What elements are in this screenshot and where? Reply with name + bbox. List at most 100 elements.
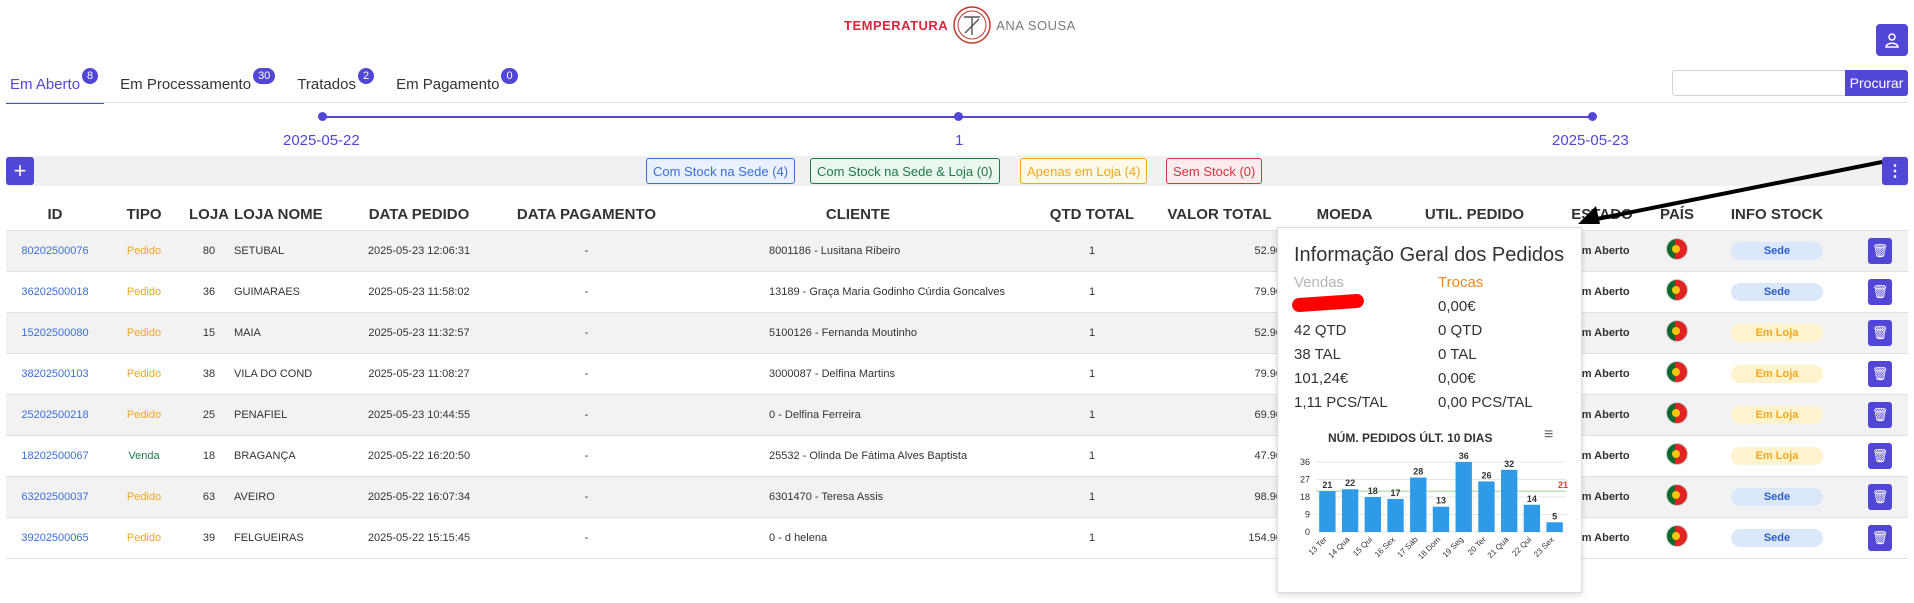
order-date: 2025-05-23 11:58:02	[344, 271, 494, 313]
chart-reference-label: 21	[1558, 480, 1568, 490]
order-id-link[interactable]: 15202500080	[6, 312, 104, 354]
tab-em-pagamento[interactable]: Em Pagamento 0	[392, 68, 524, 104]
delete-button[interactable]: 🗑	[1868, 360, 1892, 387]
delete-button[interactable]: 🗑	[1868, 442, 1892, 469]
user-profile-button[interactable]	[1876, 24, 1908, 56]
col-header-data-pedido[interactable]: DATA PEDIDO	[344, 200, 494, 231]
tab-tratados[interactable]: Tratados 2	[293, 68, 380, 104]
trocas-pcs-tal: 0,00 PCS/TAL	[1438, 394, 1533, 411]
filter-sem-stock[interactable]: Sem Stock (0)	[1166, 158, 1263, 184]
chart-data-label: 26	[1481, 470, 1491, 480]
col-header-tipo[interactable]: TIPO	[104, 200, 184, 231]
chart-x-tick: 19 Seg	[1441, 535, 1465, 559]
payment-date: -	[494, 271, 679, 313]
order-id-link[interactable]: 18202500067	[6, 435, 104, 477]
order-id-link[interactable]: 25202500218	[6, 394, 104, 436]
filter-stock-sede-loja[interactable]: Com Stock na Sede & Loja (0)	[810, 158, 1000, 184]
col-header-util-pedido[interactable]: UTIL. PEDIDO	[1397, 200, 1552, 231]
vertical-dots-icon: ⋮	[1887, 163, 1903, 180]
store-name: AVEIRO	[234, 476, 344, 518]
chart-bar[interactable]	[1341, 489, 1359, 532]
delete-button[interactable]: 🗑	[1868, 483, 1892, 510]
filter-stock-sede[interactable]: Com Stock na Sede (4)	[646, 158, 796, 184]
timeline-end-handle[interactable]	[1588, 112, 1597, 121]
delete-button[interactable]: 🗑	[1868, 237, 1892, 264]
table-row[interactable]: 18202500067 Venda 18 BRAGANÇA 2025-05-22 16:…	[6, 435, 1908, 477]
chart-bar[interactable]	[1455, 462, 1472, 532]
portugal-flag-icon	[1666, 238, 1688, 260]
delete-button[interactable]: 🗑	[1868, 401, 1892, 428]
store-name: FELGUEIRAS	[234, 517, 344, 559]
tabs-divider	[6, 102, 1908, 103]
tab-em-aberto[interactable]: Em Aberto 8	[6, 68, 105, 104]
store-name: PENAFIEL	[234, 394, 344, 436]
trocas-tal: 0 TAL	[1438, 346, 1477, 363]
timeline-middle-dot	[954, 112, 963, 121]
order-id-link[interactable]: 36202500018	[6, 271, 104, 313]
table-row[interactable]: 36202500018 Pedido 36 GUIMARAES 2025-05-23 1…	[6, 271, 1908, 313]
chart-bar[interactable]	[1501, 469, 1518, 532]
stock-badge: Em Loja	[1731, 405, 1823, 424]
redaction-mark	[1291, 293, 1365, 313]
col-header-moeda[interactable]: MOEDA	[1292, 200, 1397, 231]
search-button[interactable]: Procurar	[1845, 70, 1908, 96]
logo-emblem-icon	[953, 6, 991, 44]
actions-cell: 🗑	[1852, 230, 1908, 272]
timeline-start-handle[interactable]	[318, 112, 327, 121]
store-number: 18	[184, 435, 234, 477]
chart-bar[interactable]	[1432, 506, 1450, 532]
chart-bar[interactable]	[1387, 498, 1404, 532]
actions-cell: 🗑	[1852, 353, 1908, 395]
filter-apenas-loja[interactable]: Apenas em Loja (4)	[1020, 158, 1148, 184]
delete-button[interactable]: 🗑	[1868, 524, 1892, 551]
chart-bar[interactable]	[1546, 522, 1563, 532]
col-header-estado[interactable]: ESTADO	[1552, 200, 1652, 231]
col-header-cliente[interactable]: CLIENTE	[679, 200, 1037, 231]
client-name: 8001186 - Lusitana Ribeiro	[679, 230, 1037, 272]
total-qty: 1	[1037, 271, 1147, 313]
col-header-info-stock[interactable]: INFO STOCK	[1702, 200, 1852, 231]
stock-badge: Sede	[1731, 487, 1823, 506]
table-row[interactable]: 25202500218 Pedido 25 PENAFIEL 2025-05-23 10…	[6, 394, 1908, 436]
country-cell	[1652, 394, 1702, 436]
chart-menu-icon[interactable]: ≡	[1544, 426, 1553, 444]
table-row[interactable]: 15202500080 Pedido 15 MAIA 2025-05-23 11:32:…	[6, 312, 1908, 354]
table-row[interactable]: 80202500076 Pedido 80 SETUBAL 2025-05-23 12:…	[6, 230, 1908, 272]
portugal-flag-icon	[1666, 279, 1688, 301]
col-header-id[interactable]: ID	[6, 200, 104, 231]
order-id-link[interactable]: 63202500037	[6, 476, 104, 518]
order-type: Pedido	[104, 517, 184, 559]
chart-bar[interactable]	[1319, 491, 1336, 532]
delete-button[interactable]: 🗑	[1868, 278, 1892, 305]
order-type: Pedido	[104, 312, 184, 354]
table-row[interactable]: 39202500065 Pedido 39 FELGUEIRAS 2025-05-22 …	[6, 517, 1908, 559]
chart-bar[interactable]	[1523, 504, 1541, 532]
total-value: 98.90	[1147, 476, 1292, 518]
store-name: BRAGANÇA	[234, 435, 344, 477]
chart-bar[interactable]	[1410, 477, 1427, 532]
more-options-button[interactable]: ⋮	[1882, 157, 1908, 185]
chart-bar[interactable]	[1364, 497, 1381, 532]
tab-em-processamento[interactable]: Em Processamento 30	[116, 68, 281, 104]
order-date: 2025-05-23 12:06:31	[344, 230, 494, 272]
order-id-link[interactable]: 80202500076	[6, 230, 104, 272]
vendas-average: 101,24€	[1294, 370, 1349, 387]
col-header-valor-total[interactable]: VALOR TOTAL	[1147, 200, 1292, 231]
tab-label: Em Aberto	[10, 76, 81, 93]
chart-bar[interactable]	[1478, 481, 1495, 532]
col-header-loja[interactable]: LOJA	[184, 200, 234, 231]
tab-label: Tratados	[297, 76, 356, 93]
order-id-link[interactable]: 39202500065	[6, 517, 104, 559]
search-input[interactable]	[1672, 70, 1846, 96]
col-header-data-pagamento[interactable]: DATA PAGAMENTO	[494, 200, 679, 231]
client-name: 13189 - Graça Maria Godinho Cúrdia Gonca…	[679, 271, 1037, 313]
table-row[interactable]: 63202500037 Pedido 63 AVEIRO 2025-05-22 16:0…	[6, 476, 1908, 518]
col-header-loja-nome[interactable]: LOJA NOME	[234, 200, 344, 231]
order-id-link[interactable]: 38202500103	[6, 353, 104, 395]
col-header-pais[interactable]: PAÍS	[1652, 200, 1702, 231]
add-button[interactable]: +	[6, 157, 34, 185]
delete-button[interactable]: 🗑	[1868, 319, 1892, 346]
chart-x-tick: 23 Sex	[1532, 535, 1556, 559]
table-row[interactable]: 38202500103 Pedido 38 VILA DO COND 2025-05-2…	[6, 353, 1908, 395]
col-header-qtd-total[interactable]: QTD TOTAL	[1037, 200, 1147, 231]
